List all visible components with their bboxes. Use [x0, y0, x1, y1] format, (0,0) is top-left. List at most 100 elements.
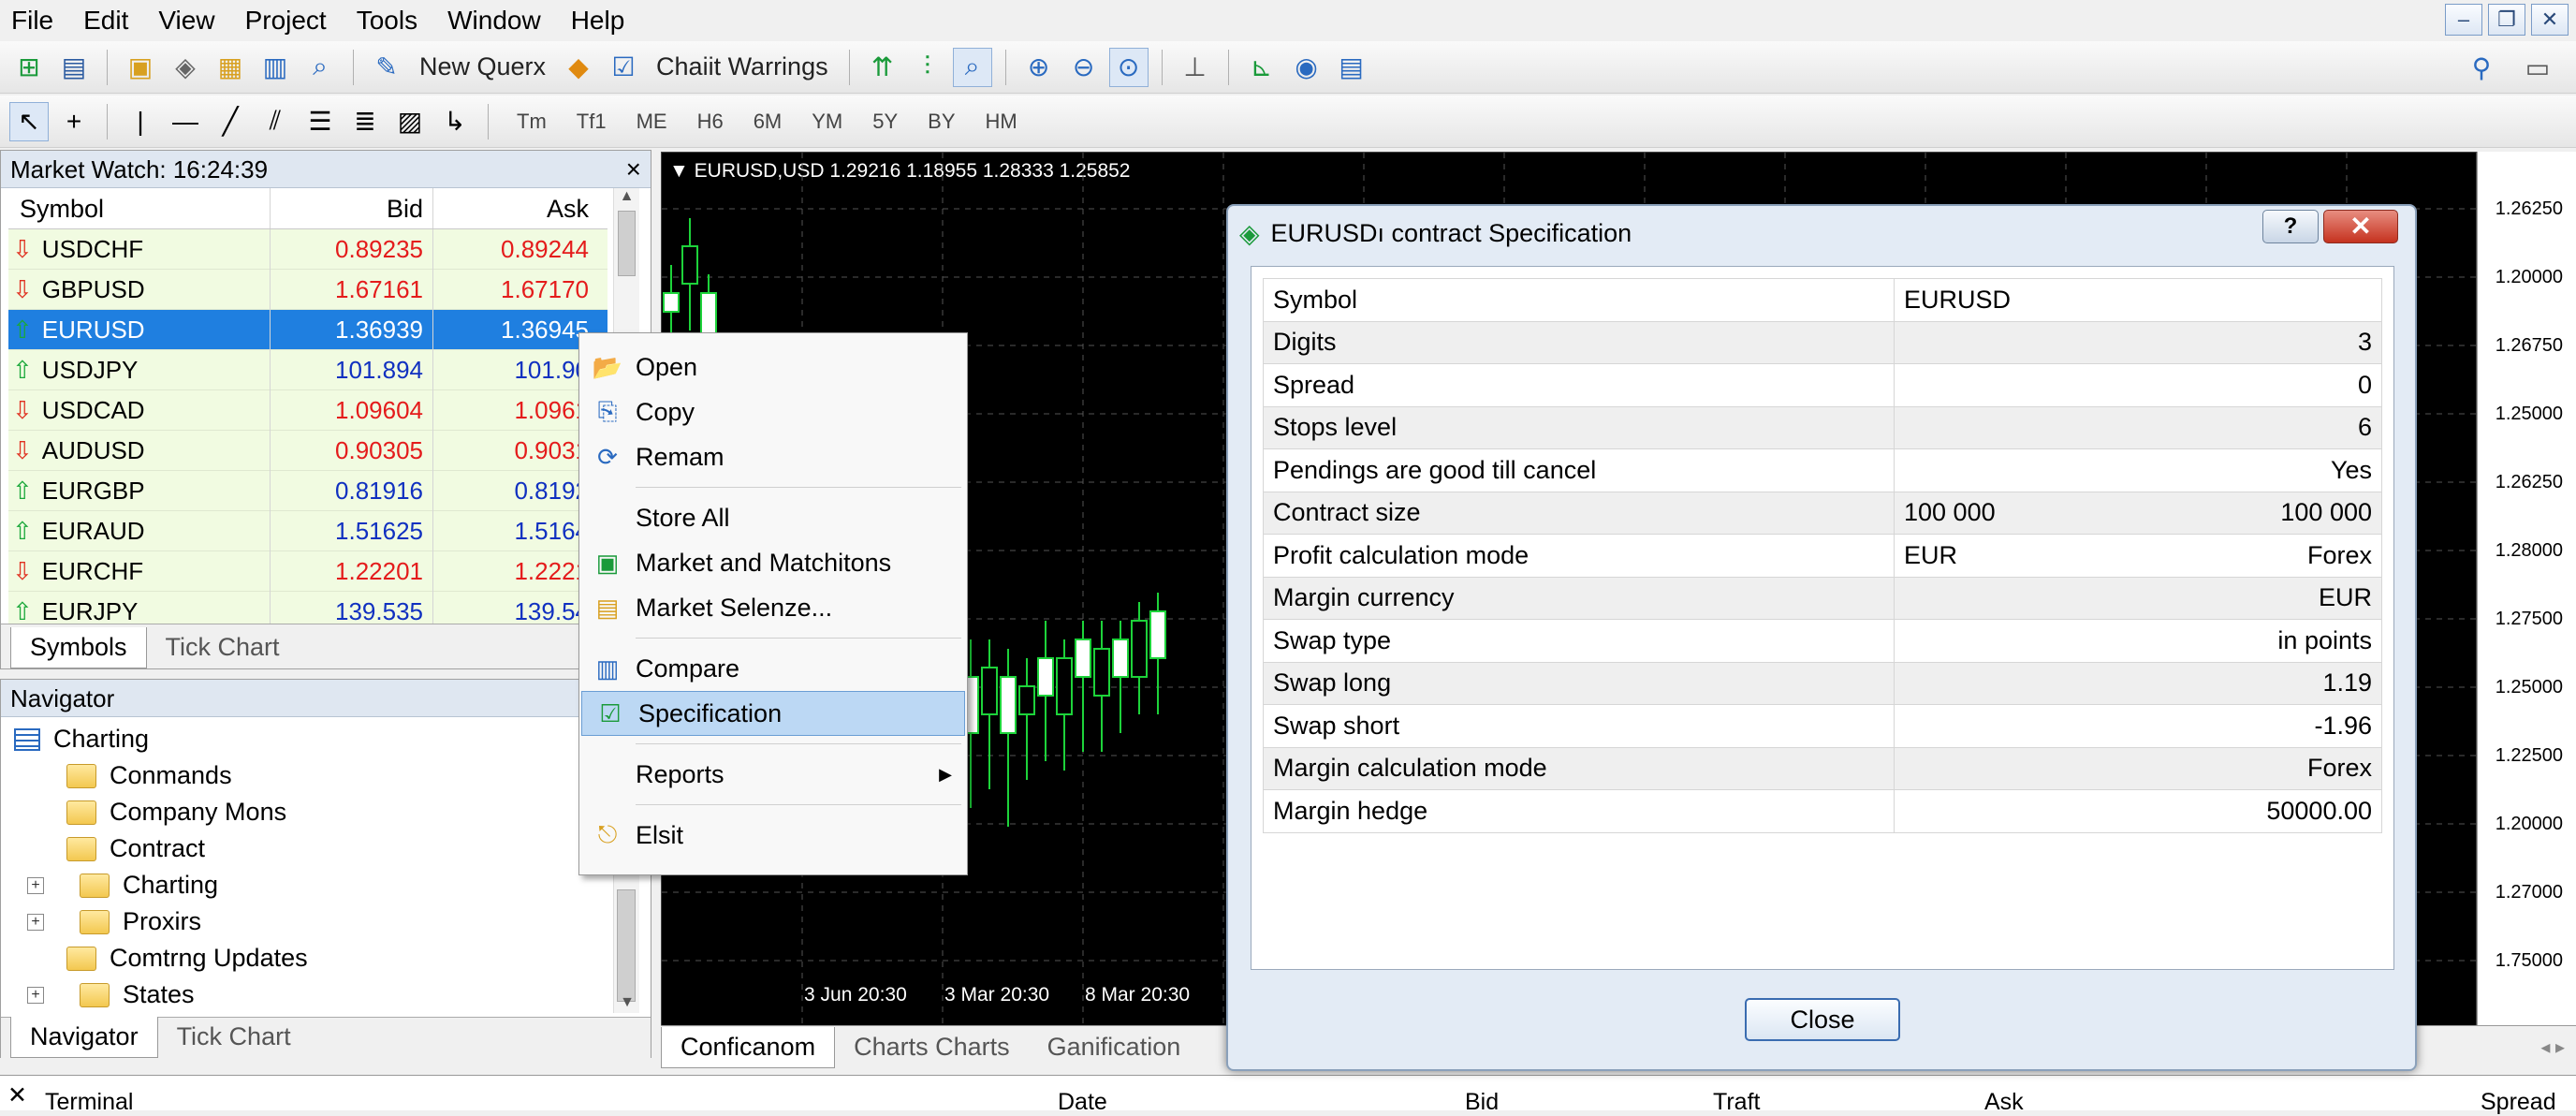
- column-ask[interactable]: Ask: [433, 188, 598, 228]
- timeframe-3[interactable]: H6: [682, 110, 739, 134]
- open-folder-icon[interactable]: ▣: [121, 48, 160, 87]
- dialog-close-icon[interactable]: ✕: [2323, 210, 2398, 243]
- market-row[interactable]: ⇩ AUDUSD 0.90305 0.9031: [8, 430, 607, 471]
- menu-help[interactable]: Help: [560, 6, 644, 36]
- navigator-item[interactable]: Contract: [14, 830, 613, 867]
- tester-icon[interactable]: ⌕: [300, 48, 340, 87]
- gann-icon[interactable]: ≣: [345, 102, 385, 141]
- trendline-icon[interactable]: ╱: [211, 102, 250, 141]
- horizontal-line-icon[interactable]: —: [166, 102, 205, 141]
- market-row[interactable]: ⇩ GBPUSD 1.67161 1.67170: [8, 269, 607, 310]
- navigator-item[interactable]: Conmands: [14, 757, 613, 794]
- timeframe-7[interactable]: BY: [913, 110, 970, 134]
- close-window-button[interactable]: ✕: [2531, 4, 2569, 36]
- menu-item-specification[interactable]: ☑ Specification: [581, 691, 965, 736]
- autotrading-icon[interactable]: ◆: [559, 48, 598, 87]
- timeframe-4[interactable]: 6M: [739, 110, 798, 134]
- terminal-close-icon[interactable]: ✕: [7, 1081, 27, 1109]
- menu-tools[interactable]: Tools: [345, 6, 436, 36]
- terminal-col-traft[interactable]: Traft: [1713, 1089, 1760, 1116]
- zoom-out-icon[interactable]: ⊖: [1064, 48, 1104, 87]
- data-window-icon[interactable]: ▦: [211, 48, 250, 87]
- menu-item-open[interactable]: 📂 Open: [579, 345, 967, 389]
- navigator-icon[interactable]: ◈: [166, 48, 205, 87]
- chart-shift-icon[interactable]: ⊥: [1176, 48, 1215, 87]
- market-row[interactable]: ⇩ USDCAD 1.09604 1.0961: [8, 389, 607, 431]
- menu-item-market-and-matchitons[interactable]: ▣ Market and Matchitons: [579, 540, 967, 585]
- new-order-icon[interactable]: ✎: [367, 48, 406, 87]
- navigator-item[interactable]: + Proxirs: [14, 903, 613, 940]
- close-button[interactable]: Close: [1745, 998, 1900, 1041]
- menu-item-store-all[interactable]: Store All: [579, 495, 967, 540]
- column-symbol[interactable]: Symbol: [8, 188, 271, 228]
- cursor-icon[interactable]: ↖: [9, 101, 49, 141]
- chat-icon[interactable]: ▭: [2518, 48, 2557, 87]
- menu-item-reports[interactable]: Reports ▶: [579, 752, 967, 797]
- new-order-button[interactable]: New Querx: [412, 52, 553, 81]
- expand-icon[interactable]: +: [27, 913, 44, 931]
- menu-edit[interactable]: Edit: [72, 6, 147, 36]
- profiles-icon[interactable]: ▤: [54, 48, 94, 87]
- market-row[interactable]: ⇧ USDJPY 101.894 101.90: [8, 349, 607, 390]
- tab-symbols[interactable]: Symbols: [10, 627, 147, 668]
- terminal-col-spread[interactable]: Spread: [2481, 1089, 2556, 1116]
- navigator-item[interactable]: + States: [14, 976, 613, 1013]
- timeframe-6[interactable]: 5Y: [857, 110, 913, 134]
- tab-chart-3[interactable]: Ganification: [1029, 1027, 1200, 1068]
- bar-chart-icon[interactable]: ⇈: [863, 48, 902, 87]
- indicators-icon[interactable]: ⊾: [1242, 48, 1281, 87]
- market-row[interactable]: ⇧ EURGBP 0.81916 0.8192: [8, 470, 607, 511]
- shapes-icon[interactable]: ▨: [390, 102, 430, 141]
- navigator-item[interactable]: Comtrng Updates: [14, 940, 613, 976]
- chart-warnings-icon[interactable]: ☑: [604, 48, 643, 87]
- channel-icon[interactable]: ⫽: [256, 102, 295, 141]
- market-row[interactable]: ⇩ EURCHF 1.22201 1.2221: [8, 551, 607, 592]
- vertical-line-icon[interactable]: |: [121, 102, 160, 141]
- timeframe-8[interactable]: HM: [971, 110, 1032, 134]
- help-button[interactable]: ?: [2262, 210, 2319, 243]
- periods-icon[interactable]: ◉: [1287, 48, 1326, 87]
- menu-file[interactable]: File: [0, 6, 72, 36]
- tab-tick-chart[interactable]: Tick Chart: [147, 627, 299, 668]
- menu-window[interactable]: Window: [436, 6, 560, 36]
- market-row[interactable]: ⇧ EURAUD 1.51625 1.5164: [8, 510, 607, 551]
- restore-button[interactable]: ❐: [2488, 4, 2525, 36]
- fibo-icon[interactable]: ☰: [300, 102, 340, 141]
- search-icon[interactable]: ⚲: [2462, 48, 2501, 87]
- tab-chart-2[interactable]: Charts Charts: [835, 1027, 1029, 1068]
- terminal-col-bid[interactable]: Bid: [1465, 1089, 1499, 1116]
- timeframe-0[interactable]: Tm: [502, 110, 562, 134]
- timeframe-1[interactable]: Tf1: [562, 110, 622, 134]
- crosshair-icon[interactable]: +: [54, 102, 94, 141]
- line-chart-icon[interactable]: ⌕: [952, 47, 992, 87]
- minimize-button[interactable]: –: [2445, 4, 2482, 36]
- market-row[interactable]: ⇩ USDCHF 0.89235 0.89244: [8, 228, 607, 270]
- menu-item-elsit[interactable]: ⎋ Elsit: [579, 813, 967, 858]
- tab-navigator[interactable]: Navigator: [10, 1017, 158, 1058]
- navigator-item[interactable]: + Charting: [14, 867, 613, 903]
- tab-tick-chart-nav[interactable]: Tick Chart: [158, 1017, 310, 1058]
- menu-item-copy[interactable]: ⎘ Copy: [579, 389, 967, 434]
- autoscroll-icon[interactable]: ⊙: [1108, 47, 1149, 87]
- arrows-icon[interactable]: ↳: [435, 102, 475, 141]
- terminal-col-ask[interactable]: Ask: [1984, 1089, 2024, 1116]
- menu-project[interactable]: Project: [234, 6, 345, 36]
- expand-icon[interactable]: +: [27, 876, 44, 894]
- terminal-icon[interactable]: ▥: [256, 48, 295, 87]
- zoom-in-icon[interactable]: ⊕: [1019, 48, 1059, 87]
- navigator-item[interactable]: Charting: [14, 721, 613, 757]
- menu-item-compare[interactable]: ▥ Compare: [579, 646, 967, 691]
- navigator-item[interactable]: Company Mons: [14, 794, 613, 830]
- timeframe-5[interactable]: YM: [797, 110, 857, 134]
- menu-item-market-selenze-[interactable]: ▤ Market Selenze...: [579, 585, 967, 630]
- new-chart-icon[interactable]: ⊞: [9, 48, 49, 87]
- tab-scroll-icon[interactable]: ◂ ▸: [2529, 1035, 2576, 1068]
- market-row[interactable]: ⇧ EURUSD 1.36939 1.36945: [8, 309, 607, 350]
- timeframe-2[interactable]: ME: [622, 110, 682, 134]
- chart-warnings-button[interactable]: Chaiit Warrings: [649, 52, 836, 81]
- tab-chart-1[interactable]: Conficanom: [661, 1027, 836, 1068]
- menu-view[interactable]: View: [147, 6, 233, 36]
- column-bid[interactable]: Bid: [271, 188, 433, 228]
- menu-item-remam[interactable]: ⟳ Remam: [579, 434, 967, 479]
- close-icon[interactable]: ×: [626, 154, 641, 184]
